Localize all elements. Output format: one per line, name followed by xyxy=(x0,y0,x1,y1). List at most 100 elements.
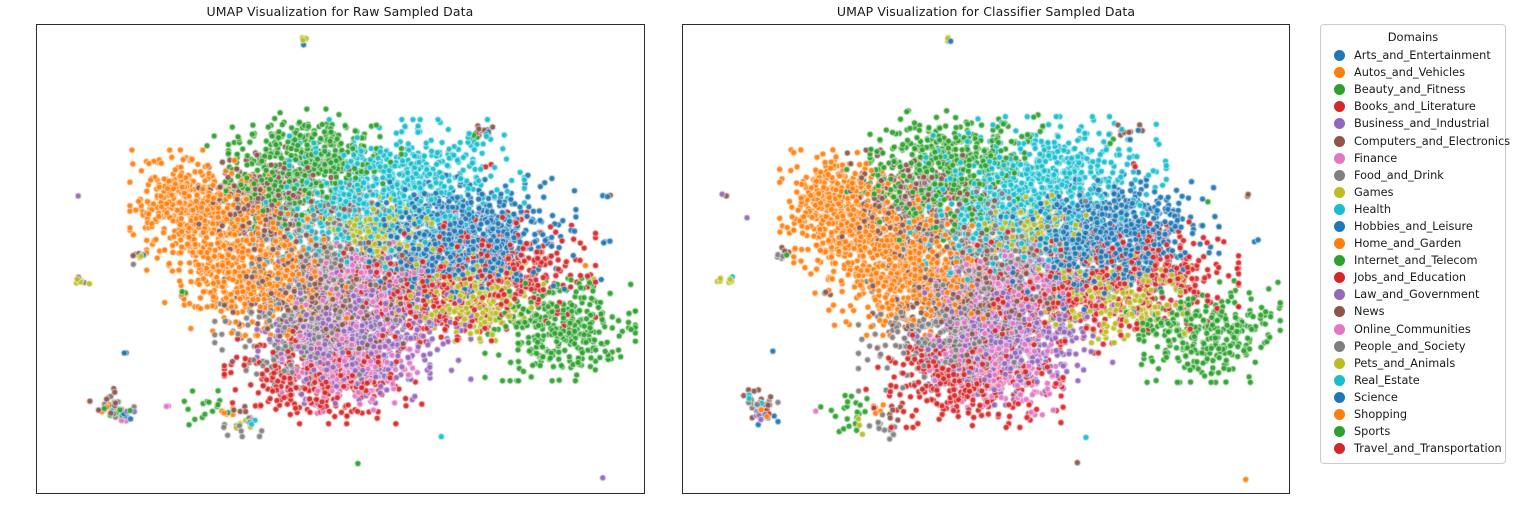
legend-swatch-icon xyxy=(1334,101,1345,113)
y-axis-tick-label: 6 xyxy=(36,380,37,393)
legend-swatch-icon xyxy=(1334,374,1345,386)
legend-swatch-icon xyxy=(1334,340,1345,352)
legend-item-label: Shopping xyxy=(1354,408,1408,422)
x-axis-tick-label: 4 xyxy=(93,493,100,494)
x-axis-tick-label: 16 xyxy=(1223,493,1237,494)
legend-item[interactable]: Pets_and_Animals xyxy=(1328,355,1498,372)
legend-item[interactable]: Jobs_and_Education xyxy=(1328,269,1498,286)
x-axis-tick-label: 10 xyxy=(334,493,348,494)
legend-item-label: Sports xyxy=(1354,425,1391,439)
legend-rows: Arts_and_Entertainment Autos_and_Vehicles… xyxy=(1328,47,1510,457)
legend-item[interactable]: Real_Estate xyxy=(1328,372,1498,389)
y-axis-tick-label: 6 xyxy=(682,380,683,393)
legend-item[interactable]: Travel_and_Transportation xyxy=(1328,440,1502,457)
legend-item[interactable]: Arts_and_Entertainment xyxy=(1328,47,1498,64)
panel-title-classifier: UMAP Visualization for Classifier Sample… xyxy=(836,4,1136,19)
legend-swatch-icon xyxy=(1334,50,1345,62)
legend-swatch-icon xyxy=(1334,169,1345,181)
legend-item-label: Books_and_Literature xyxy=(1354,100,1476,114)
umap-panel-classifier: UMAP Visualization for Classifier Sample… xyxy=(646,0,1306,516)
legend-swatch-icon xyxy=(1334,152,1345,164)
legend-box: Domains Arts_and_Entertainment Autos_and_… xyxy=(1320,24,1510,465)
x-axis-tick-label: 16 xyxy=(578,493,592,494)
legend-item[interactable]: Business_and_Industrial xyxy=(1328,115,1498,132)
legend-swatch-icon xyxy=(1334,255,1345,267)
legend-item[interactable]: Internet_and_Telecom xyxy=(1328,252,1498,269)
y-axis-tick-label: 4 xyxy=(682,442,683,455)
legend-item-label: Food_and_Drink xyxy=(1354,168,1444,182)
legend-item-label: Pets_and_Animals xyxy=(1354,356,1456,370)
x-axis-tick-label: 12 xyxy=(1060,493,1074,494)
legend-item-label: Online_Communities xyxy=(1354,322,1471,336)
legend-item[interactable]: Science xyxy=(1328,389,1498,406)
x-axis-tick-label: 14 xyxy=(1142,493,1156,494)
legend-swatch-icon xyxy=(1334,289,1345,301)
legend-item-label: Real_Estate xyxy=(1354,373,1420,387)
legend-item[interactable]: Online_Communities xyxy=(1328,321,1498,338)
panel-title-raw: UMAP Visualization for Raw Sampled Data xyxy=(206,4,474,19)
legend-item[interactable]: News xyxy=(1328,303,1498,320)
legend-item[interactable]: People_and_Society xyxy=(1328,338,1498,355)
x-axis-tick-label: 8 xyxy=(256,493,263,494)
umap-figure: UMAP Visualization for Raw Sampled Data … xyxy=(0,0,1518,516)
scatter-canvas-raw xyxy=(37,25,644,493)
legend-item[interactable]: Home_and_Garden xyxy=(1328,235,1498,252)
y-axis-tick-label: 8 xyxy=(36,319,37,332)
legend-item-label: Arts_and_Entertainment xyxy=(1354,49,1491,63)
legend-item-label: Hobbies_and_Leisure xyxy=(1354,219,1473,233)
legend-item[interactable]: Shopping xyxy=(1328,406,1498,423)
x-axis-tick-label: 4 xyxy=(738,493,745,494)
y-axis-tick-label: 14 xyxy=(682,134,683,147)
legend-swatch-icon xyxy=(1334,220,1345,232)
legend-item-label: Travel_and_Transportation xyxy=(1354,442,1502,456)
legend-swatch-icon xyxy=(1334,238,1345,250)
legend-item[interactable]: Law_and_Government xyxy=(1328,286,1498,303)
x-axis-tick-label: 6 xyxy=(174,493,181,494)
legend-swatch-icon xyxy=(1334,135,1345,147)
x-axis-tick-label: 14 xyxy=(496,493,510,494)
legend-swatch-icon xyxy=(1334,118,1345,130)
y-axis-tick-label: 12 xyxy=(36,196,37,209)
legend-swatch-icon xyxy=(1334,272,1345,284)
scatter-canvas-classifier xyxy=(683,25,1289,493)
legend-swatch-icon xyxy=(1334,67,1345,79)
plot-area-classifier: 4 6 8 10 12 14 16 4 6 8 10 12 14 16 xyxy=(682,24,1290,494)
legend-item[interactable]: Finance xyxy=(1328,150,1498,167)
legend-item[interactable]: Hobbies_and_Leisure xyxy=(1328,218,1498,235)
legend-item[interactable]: Health xyxy=(1328,201,1498,218)
legend-item[interactable]: Food_and_Drink xyxy=(1328,167,1498,184)
legend-item[interactable]: Beauty_and_Fitness xyxy=(1328,81,1498,98)
legend-swatch-icon xyxy=(1334,426,1345,438)
legend-item-label: News xyxy=(1354,305,1385,319)
legend-item[interactable]: Games xyxy=(1328,184,1498,201)
legend-item-label: Beauty_and_Fitness xyxy=(1354,83,1466,97)
y-axis-tick-label: 12 xyxy=(682,196,683,209)
legend-title: Domains xyxy=(1387,30,1439,44)
legend-item-label: Computers_and_Electronics xyxy=(1354,134,1511,148)
legend-item-label: Autos_and_Vehicles xyxy=(1354,66,1465,80)
legend-item-label: Home_and_Garden xyxy=(1354,237,1462,251)
y-axis-tick-label: 8 xyxy=(682,319,683,332)
legend-swatch-icon xyxy=(1334,357,1345,369)
y-axis-tick-label: 14 xyxy=(36,134,37,147)
legend-item[interactable]: Computers_and_Electronics xyxy=(1328,132,1510,149)
umap-panel-raw: UMAP Visualization for Raw Sampled Data … xyxy=(0,0,660,516)
legend-swatch-icon xyxy=(1334,443,1345,455)
legend-item-label: Law_and_Government xyxy=(1354,288,1480,302)
legend-item-label: Health xyxy=(1354,202,1392,216)
legend-item[interactable]: Autos_and_Vehicles xyxy=(1328,64,1498,81)
x-axis-tick-label: 10 xyxy=(979,493,993,494)
y-axis-tick-label: 16 xyxy=(682,72,683,85)
plot-area-raw: 4 6 8 10 12 14 16 4 6 8 10 12 14 16 xyxy=(36,24,645,494)
y-axis-tick-label: 16 xyxy=(36,72,37,85)
legend-swatch-icon xyxy=(1334,203,1345,215)
x-axis-tick-label: 6 xyxy=(820,493,827,494)
legend-swatch-icon xyxy=(1334,323,1345,335)
legend-item[interactable]: Books_and_Literature xyxy=(1328,98,1498,115)
legend-item[interactable]: Sports xyxy=(1328,423,1498,440)
legend-swatch-icon xyxy=(1334,409,1345,421)
legend-item-label: Business_and_Industrial xyxy=(1354,117,1490,131)
legend-item-label: Games xyxy=(1354,185,1394,199)
legend-swatch-icon xyxy=(1334,306,1345,318)
legend-swatch-icon xyxy=(1334,84,1345,96)
